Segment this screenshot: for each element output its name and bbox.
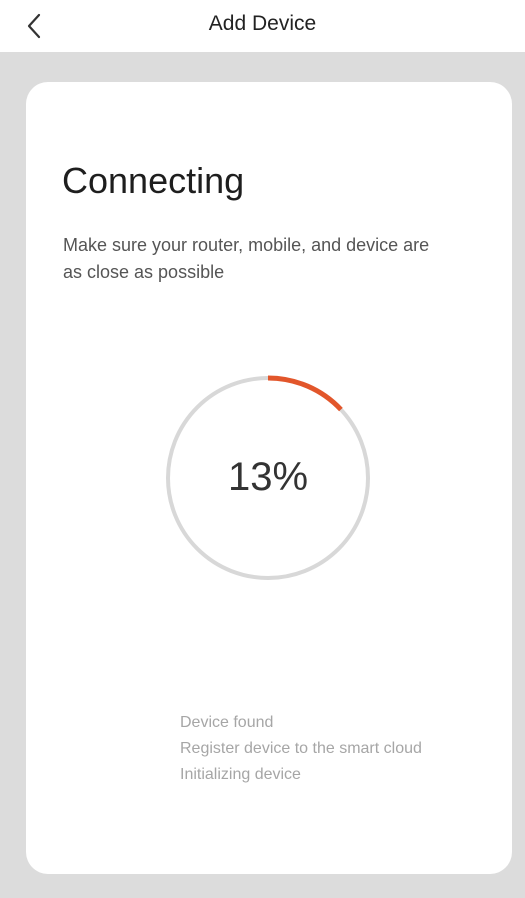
connecting-instructions: Make sure your router, mobile, and devic… xyxy=(63,235,430,282)
navigation-bar: Add Device xyxy=(0,0,525,52)
step-initializing: Initializing device xyxy=(180,766,301,783)
connection-steps: Device found Register device to the smar… xyxy=(180,710,422,788)
connecting-card: Connecting Make sure your router, mobile… xyxy=(26,82,512,874)
progress-percent: 13% xyxy=(227,455,309,499)
page-title: Add Device xyxy=(208,12,317,35)
step-device-found: Device found xyxy=(180,714,274,731)
connecting-heading: Connecting xyxy=(62,160,245,201)
step-register-cloud: Register device to the smart cloud xyxy=(180,740,422,757)
add-device-screen: Add Device Connecting Make sure your rou… xyxy=(0,0,525,898)
progress-ring: 13% xyxy=(165,375,371,581)
